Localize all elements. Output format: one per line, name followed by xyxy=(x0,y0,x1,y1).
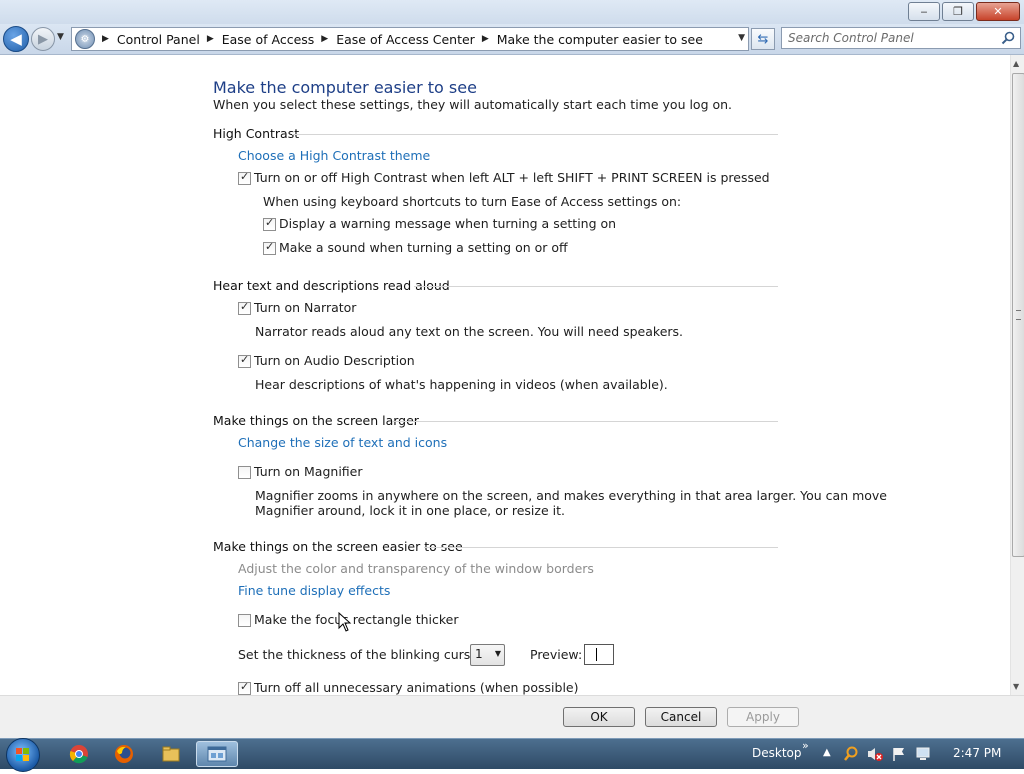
chevron-down-icon: ▼ xyxy=(494,649,501,658)
focus-rectangle-label[interactable]: Make the focus rectangle thicker xyxy=(254,612,459,627)
close-button[interactable]: ✕ xyxy=(976,2,1020,21)
search-icon[interactable] xyxy=(1000,30,1016,46)
content-pane: Make the computer easier to see When you… xyxy=(0,55,1010,695)
section-heading-larger: Make things on the screen larger xyxy=(213,413,419,428)
audio-description-text: Hear descriptions of what's happening in… xyxy=(255,377,668,392)
focus-rectangle-checkbox[interactable] xyxy=(238,614,251,627)
action-center-flag-icon[interactable] xyxy=(891,746,907,762)
search-box[interactable] xyxy=(781,27,1021,49)
animations-label[interactable]: Turn off all unnecessary animations (whe… xyxy=(254,680,579,695)
network-icon[interactable] xyxy=(914,746,932,762)
cursor-thickness-label: Set the thickness of the blinking cursor… xyxy=(238,647,488,662)
chevron-down-icon: ▼ xyxy=(57,32,64,42)
address-dropdown-icon[interactable]: ▼ xyxy=(738,33,745,43)
arrow-left-icon: ◀ xyxy=(10,30,22,48)
chrome-icon xyxy=(69,745,88,764)
shortcut-note: When using keyboard shortcuts to turn Ea… xyxy=(263,194,682,209)
chrome-taskbar-button[interactable] xyxy=(64,741,94,767)
breadcrumb-separator-icon[interactable]: ▶ xyxy=(207,34,214,44)
apply-button: Apply xyxy=(727,707,799,727)
section-divider xyxy=(392,421,778,422)
dialog-button-bar: OK Cancel Apply xyxy=(0,695,1024,739)
high-contrast-theme-link[interactable]: Choose a High Contrast theme xyxy=(238,148,430,163)
animations-checkbox[interactable] xyxy=(238,680,251,695)
warning-message-checkbox[interactable] xyxy=(263,216,276,231)
breadcrumb-current-page[interactable]: Make the computer easier to see xyxy=(497,32,703,47)
desktop-toolbar-label[interactable]: Desktop xyxy=(752,746,802,760)
mouse-pointer-icon xyxy=(338,612,352,632)
back-button[interactable]: ◀ xyxy=(3,26,29,52)
refresh-button[interactable]: ⇆ xyxy=(751,28,775,50)
high-contrast-shortcut-checkbox[interactable] xyxy=(238,170,251,185)
narrator-checkbox[interactable] xyxy=(238,300,251,315)
scroll-up-icon[interactable]: ▲ xyxy=(1013,59,1019,68)
firefox-taskbar-button[interactable] xyxy=(109,741,139,767)
cursor-thickness-value: 1 xyxy=(475,647,483,661)
breadcrumb-control-panel[interactable]: Control Panel xyxy=(117,32,200,47)
maximize-button[interactable]: ❐ xyxy=(942,2,974,21)
cursor-thickness-select[interactable]: 1 ▼ xyxy=(470,644,505,666)
cancel-button[interactable]: Cancel xyxy=(645,707,717,727)
grip-icon xyxy=(1016,310,1021,320)
section-divider xyxy=(414,286,778,287)
vertical-scrollbar[interactable]: ▲ ▼ xyxy=(1010,55,1024,695)
toolbar-expand-icon[interactable]: » xyxy=(802,739,809,752)
magnifier-tray-icon[interactable] xyxy=(843,746,859,762)
explorer-taskbar-button[interactable] xyxy=(156,741,186,767)
magnifier-checkbox[interactable] xyxy=(238,466,251,479)
cursor-preview-box xyxy=(584,644,614,665)
refresh-icon: ⇆ xyxy=(757,31,769,47)
system-clock[interactable]: 2:47 PM xyxy=(953,746,1001,760)
breadcrumb-separator-icon[interactable]: ▶ xyxy=(482,34,489,44)
text-cursor-icon xyxy=(596,648,597,661)
page-subtitle: When you select these settings, they wil… xyxy=(213,97,733,112)
audio-description-label[interactable]: Turn on Audio Description xyxy=(254,353,415,368)
breadcrumb-ease-of-access[interactable]: Ease of Access xyxy=(222,32,315,47)
sound-checkbox[interactable] xyxy=(263,240,276,255)
taskbar: Desktop » ▲ 2:47 PM xyxy=(0,738,1024,772)
page-title: Make the computer easier to see xyxy=(213,78,477,97)
arrow-right-icon: ▶ xyxy=(38,31,48,47)
navigation-bar: ◀ ▶ ▼ ⚙ ▶ Control Panel ▶ Ease of Access… xyxy=(0,24,1024,55)
scrollbar-thumb[interactable] xyxy=(1012,73,1024,557)
section-heading-high-contrast: High Contrast xyxy=(213,126,300,141)
high-contrast-shortcut-label[interactable]: Turn on or off High Contrast when left A… xyxy=(254,170,770,185)
magnifier-description-line2: Magnifier around, lock it in one place, … xyxy=(255,503,565,518)
narrator-label[interactable]: Turn on Narrator xyxy=(254,300,356,315)
minimize-button[interactable]: ‒ xyxy=(908,2,940,21)
scroll-down-icon[interactable]: ▼ xyxy=(1013,682,1019,691)
sound-label[interactable]: Make a sound when turning a setting on o… xyxy=(279,240,568,255)
magnifier-description-line1: Magnifier zooms in anywhere on the scree… xyxy=(255,488,888,503)
text-size-link[interactable]: Change the size of text and icons xyxy=(238,435,447,450)
breadcrumb-separator-icon[interactable]: ▶ xyxy=(321,34,328,44)
address-bar[interactable]: ⚙ ▶ Control Panel ▶ Ease of Access ▶ Eas… xyxy=(71,27,749,51)
narrator-description: Narrator reads aloud any text on the scr… xyxy=(255,324,684,339)
warning-message-label[interactable]: Display a warning message when turning a… xyxy=(279,216,616,231)
recent-pages-dropdown[interactable]: ▼ xyxy=(57,32,64,42)
search-input[interactable] xyxy=(788,30,988,46)
windows-logo-icon xyxy=(16,748,29,761)
title-bar: ‒ ❐ ✕ xyxy=(0,0,1024,24)
control-panel-icon: ⚙ xyxy=(75,29,95,49)
section-divider xyxy=(424,547,778,548)
preview-label: Preview: xyxy=(530,647,583,662)
audio-description-checkbox[interactable] xyxy=(238,353,251,368)
start-button[interactable] xyxy=(6,738,40,772)
breadcrumb-separator-icon[interactable]: ▶ xyxy=(102,34,109,44)
folder-icon xyxy=(162,746,180,762)
section-divider xyxy=(292,134,778,135)
firefox-icon xyxy=(115,745,133,763)
fine-tune-display-link[interactable]: Fine tune display effects xyxy=(238,583,390,598)
control-panel-window-icon xyxy=(207,746,227,762)
window-controls: ‒ ❐ ✕ xyxy=(908,2,1020,21)
tray-overflow-icon[interactable]: ▲ xyxy=(823,747,831,758)
volume-muted-icon[interactable] xyxy=(866,746,884,762)
ok-button[interactable]: OK xyxy=(563,707,635,727)
breadcrumb-ease-of-access-center[interactable]: Ease of Access Center xyxy=(336,32,475,47)
magnifier-label[interactable]: Turn on Magnifier xyxy=(254,464,363,479)
forward-button[interactable]: ▶ xyxy=(31,27,55,51)
control-panel-taskbar-button[interactable] xyxy=(196,741,238,767)
window-color-link: Adjust the color and transparency of the… xyxy=(238,561,594,576)
